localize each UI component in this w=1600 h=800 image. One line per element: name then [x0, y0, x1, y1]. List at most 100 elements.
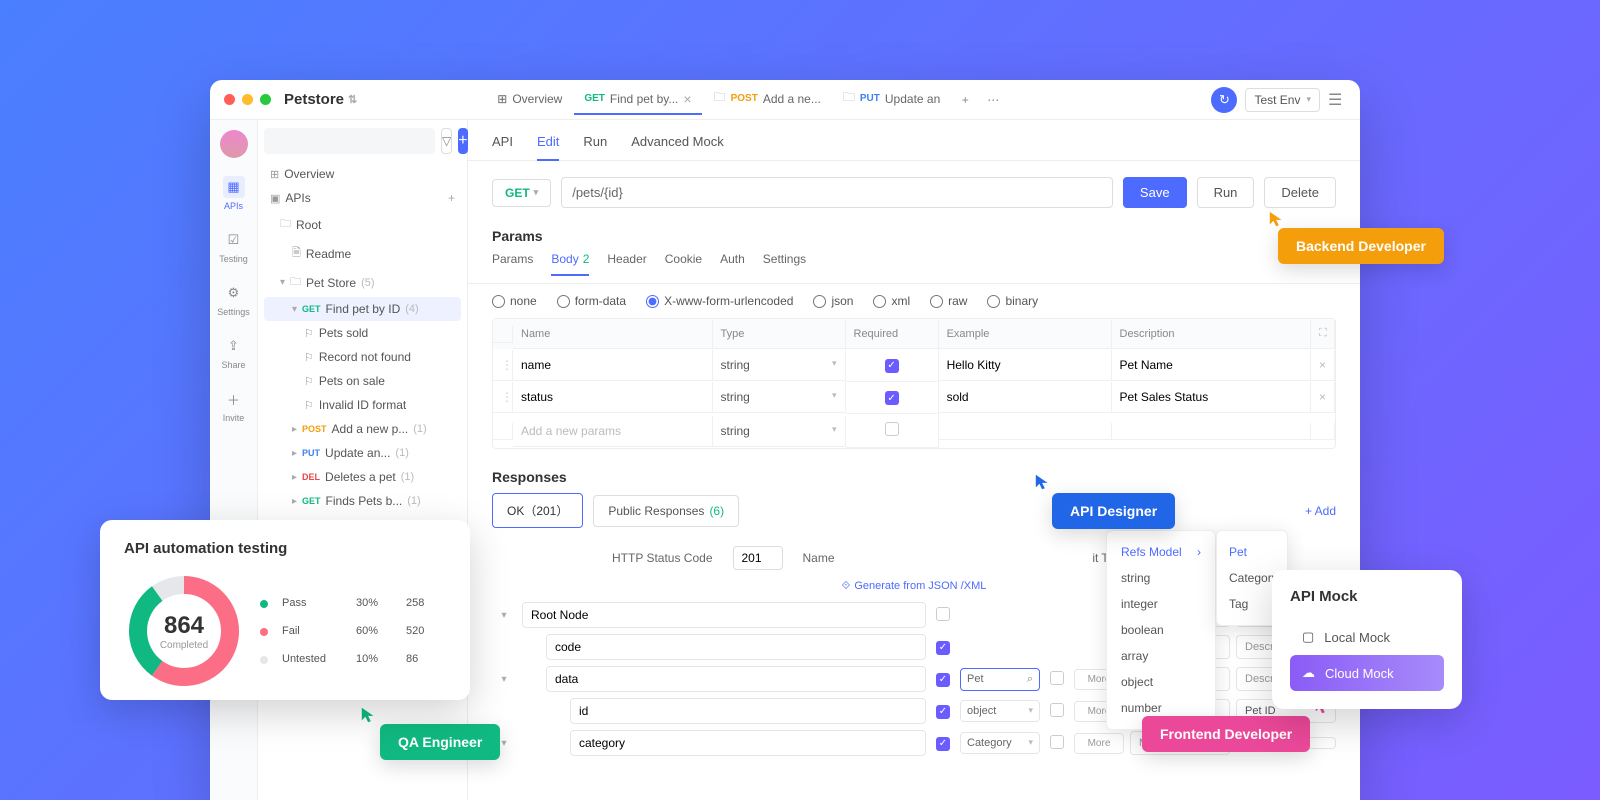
resp-tab-public[interactable]: Public Responses(6): [593, 495, 739, 527]
subnav-run[interactable]: Run: [583, 134, 607, 160]
tab-addnew[interactable]: 🗀 POST Add a ne...: [704, 82, 831, 117]
nullable-checkbox[interactable]: [1050, 671, 1064, 685]
expand-icon[interactable]: ▾: [492, 674, 516, 685]
nullable-checkbox[interactable]: [1050, 703, 1064, 717]
cell-type[interactable]: string▾: [713, 382, 846, 413]
rail-share[interactable]: ⇪Share: [214, 335, 254, 370]
type-item[interactable]: object: [1107, 669, 1215, 695]
cell-type[interactable]: string▾: [713, 350, 846, 381]
required-checkbox[interactable]: ✓: [936, 737, 950, 751]
sidebar-search-input[interactable]: [264, 128, 435, 154]
rail-settings[interactable]: ⚙Settings: [214, 282, 254, 317]
cell-description[interactable]: Pet Name: [1112, 350, 1312, 381]
user-avatar[interactable]: [220, 130, 248, 158]
sidebar-addnew[interactable]: ▸POSTAdd a new p...(1): [264, 417, 461, 441]
cell-description[interactable]: Pet Sales Status: [1112, 382, 1312, 413]
drag-handle[interactable]: ⋮⋮: [493, 382, 513, 413]
type-select[interactable]: object▾: [960, 700, 1040, 722]
schema-name[interactable]: code: [546, 634, 926, 660]
delete-row-icon[interactable]: ×: [1311, 382, 1335, 413]
body-type-none[interactable]: none: [492, 294, 537, 308]
cell-example[interactable]: Hello Kitty: [939, 350, 1112, 381]
cell-name[interactable]: name: [513, 350, 713, 381]
rail-testing[interactable]: ☑Testing: [214, 229, 254, 264]
type-item[interactable]: boolean: [1107, 617, 1215, 643]
sidebar-root[interactable]: 🗀Root: [264, 210, 461, 239]
body-type-json[interactable]: json: [813, 294, 853, 308]
param-tab-cookie[interactable]: Cookie: [665, 252, 702, 275]
table-row-placeholder[interactable]: Add a new paramsstring▾: [493, 414, 1335, 448]
type-select[interactable]: Category▾: [960, 732, 1040, 754]
body-type-formdata[interactable]: form-data: [557, 294, 626, 308]
add-button[interactable]: +: [458, 128, 467, 154]
sidebar-response-1[interactable]: ⚐Pets sold: [264, 321, 461, 345]
sidebar-response-4[interactable]: ⚐Invalid ID format: [264, 393, 461, 417]
sidebar-update[interactable]: ▸PUTUpdate an...(1): [264, 441, 461, 465]
tab-overview[interactable]: ⊞ Overview: [487, 86, 572, 114]
subnav-mock[interactable]: Advanced Mock: [631, 134, 724, 160]
expand-icon[interactable]: ▾: [492, 610, 516, 621]
cell-type[interactable]: string▾: [713, 416, 846, 447]
resp-tab-ok[interactable]: OK（201）: [492, 493, 583, 528]
drag-handle[interactable]: ⋮⋮: [493, 350, 513, 381]
type-item[interactable]: string: [1107, 565, 1215, 591]
sidebar-findpet[interactable]: ▾GETFind pet by ID(4): [264, 297, 461, 321]
sidebar-response-3[interactable]: ⚐Pets on sale: [264, 369, 461, 393]
run-button[interactable]: Run: [1197, 177, 1255, 208]
sidebar-overview[interactable]: ⊞Overview: [264, 162, 461, 186]
param-tab-params[interactable]: Params: [492, 252, 533, 275]
schema-name[interactable]: data: [546, 666, 926, 692]
sidebar-readme[interactable]: 🗎Readme: [264, 239, 461, 268]
schema-name[interactable]: category: [570, 730, 926, 756]
tab-findpet[interactable]: GET Find pet by... ×: [574, 85, 701, 115]
filter-icon[interactable]: ▽: [441, 128, 452, 154]
sidebar-response-2[interactable]: ⚐Record not found: [264, 345, 461, 369]
body-type-xml[interactable]: xml: [873, 294, 910, 308]
more-button[interactable]: More: [1074, 733, 1124, 754]
minimize-window[interactable]: [242, 94, 253, 105]
schema-name[interactable]: Root Node: [522, 602, 926, 628]
status-code-input[interactable]: [733, 546, 783, 570]
expand-icon[interactable]: ⛶: [1311, 319, 1335, 349]
required-checkbox[interactable]: ✓: [936, 641, 950, 655]
local-mock-item[interactable]: ▢Local Mock: [1290, 619, 1444, 655]
new-tab-button[interactable]: +: [952, 93, 978, 107]
required-checkbox[interactable]: ✓: [936, 705, 950, 719]
save-button[interactable]: Save: [1123, 177, 1187, 208]
more-tabs-button[interactable]: ⋯: [980, 93, 1006, 107]
type-select[interactable]: Pet⌕: [960, 668, 1040, 691]
close-icon[interactable]: ×: [683, 91, 691, 107]
add-response-button[interactable]: + Add: [1305, 504, 1336, 518]
rail-invite[interactable]: ＋Invite: [214, 388, 254, 423]
body-type-binary[interactable]: binary: [987, 294, 1038, 308]
method-select[interactable]: GET▾: [492, 179, 551, 207]
nullable-checkbox[interactable]: [1050, 735, 1064, 749]
ref-item[interactable]: Pet: [1217, 539, 1287, 565]
sidebar-finds[interactable]: ▸GETFinds Pets b...(1): [264, 489, 461, 513]
param-tab-body[interactable]: Body2: [551, 252, 589, 276]
type-item[interactable]: integer: [1107, 591, 1215, 617]
schema-name[interactable]: id: [570, 698, 926, 724]
body-type-xwww[interactable]: X-www-form-urlencoded: [646, 294, 793, 308]
cell-example[interactable]: sold: [939, 382, 1112, 413]
cloud-mock-item[interactable]: ☁Cloud Mock: [1290, 655, 1444, 691]
subnav-edit[interactable]: Edit: [537, 134, 559, 161]
param-tab-auth[interactable]: Auth: [720, 252, 745, 275]
cell-required[interactable]: [846, 414, 939, 448]
sidebar-apis[interactable]: ▣APIs+: [264, 186, 461, 210]
param-tab-settings[interactable]: Settings: [763, 252, 806, 275]
menu-icon[interactable]: ☰: [1328, 90, 1346, 110]
rail-apis[interactable]: ▦APIs: [214, 176, 254, 211]
path-input[interactable]: [561, 177, 1113, 208]
project-selector[interactable]: Petstore ⇅: [284, 91, 357, 108]
param-tab-header[interactable]: Header: [607, 252, 646, 275]
type-item[interactable]: array: [1107, 643, 1215, 669]
cell-name[interactable]: status: [513, 382, 713, 413]
delete-button[interactable]: Delete: [1264, 177, 1336, 208]
cell-name[interactable]: Add a new params: [513, 416, 713, 447]
sidebar-petstore[interactable]: ▾🗀Pet Store(5): [264, 268, 461, 297]
refs-model-item[interactable]: Refs Model›: [1107, 539, 1215, 565]
tab-update[interactable]: 🗀 PUT Update an: [833, 82, 950, 117]
maximize-window[interactable]: [260, 94, 271, 105]
close-window[interactable]: [224, 94, 235, 105]
